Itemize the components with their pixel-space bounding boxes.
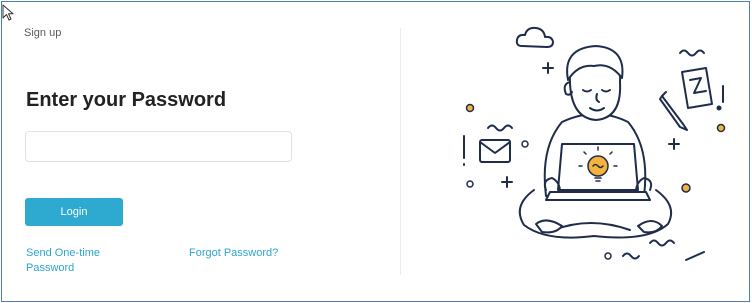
plus-icon — [668, 138, 680, 150]
person-with-laptop-illustration — [463, 26, 726, 261]
pencil-icon — [659, 91, 688, 131]
squiggle-icon — [622, 252, 640, 260]
send-one-time-password-link[interactable]: Send One-time Password — [26, 246, 126, 276]
squiggle-icon — [679, 49, 705, 57]
dot-icon — [521, 140, 529, 148]
note-icon — [681, 67, 713, 109]
dot-icon — [716, 105, 722, 111]
signup-label: Sign up — [24, 27, 62, 39]
plus-icon — [501, 176, 513, 188]
vertical-divider — [400, 28, 401, 275]
mouse-pointer-icon — [2, 4, 14, 21]
dot-icon — [466, 180, 474, 188]
right-foot — [637, 220, 663, 234]
login-button[interactable]: Login — [25, 198, 123, 226]
envelope-icon — [479, 139, 511, 163]
squiggle-icon — [649, 239, 675, 247]
dot-icon — [465, 103, 475, 113]
page-title: Enter your Password — [26, 89, 227, 111]
squiggle-icon — [487, 124, 513, 132]
dot-icon — [604, 252, 612, 260]
forgot-password-link[interactable]: Forgot Password? — [189, 246, 278, 261]
dot-icon — [681, 183, 691, 193]
dot-icon — [716, 123, 726, 133]
plus-icon — [542, 62, 554, 74]
cloud-icon — [515, 26, 554, 48]
password-input[interactable] — [25, 131, 292, 162]
